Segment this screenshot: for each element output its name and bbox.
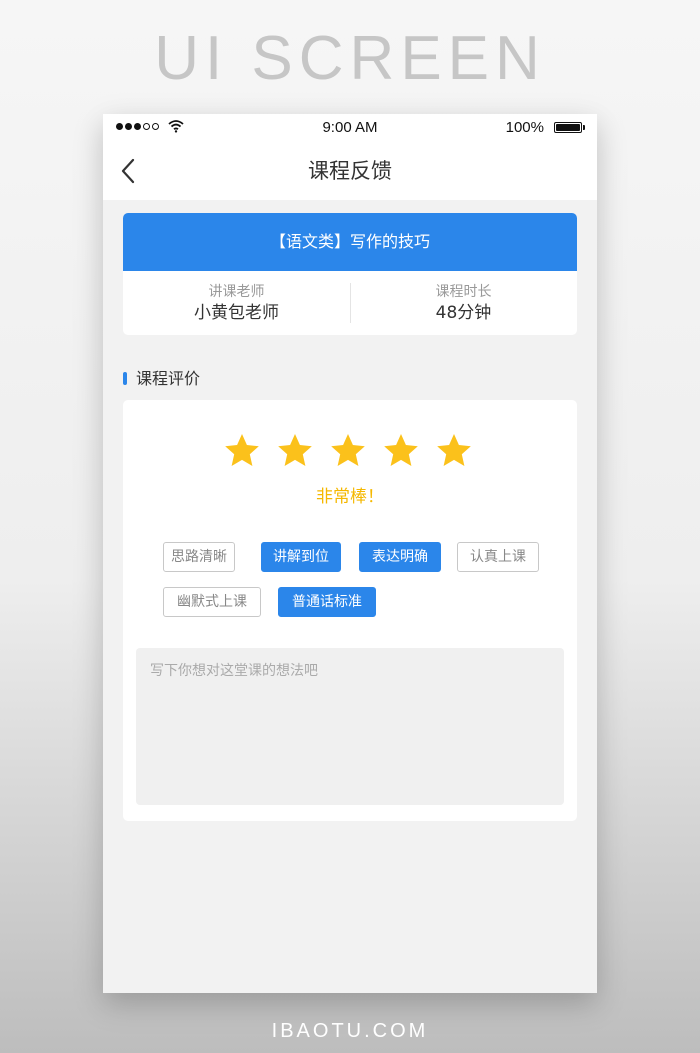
page-title: 课程反馈 bbox=[308, 159, 392, 183]
battery-percent: 100% bbox=[505, 119, 544, 136]
teacher-label: 讲课老师 bbox=[208, 284, 265, 300]
rating-praise: 非常棒！ bbox=[316, 487, 384, 507]
star-icon[interactable] bbox=[276, 432, 314, 470]
duration-label: 课程时长 bbox=[435, 284, 492, 300]
battery-icon bbox=[554, 122, 582, 133]
tag-4[interactable]: 幽默式上课 bbox=[163, 587, 261, 617]
duration-info: 课程时长 48分钟 bbox=[350, 283, 577, 325]
course-title: 【语文类】写作的技巧 bbox=[123, 213, 577, 271]
tag-3[interactable]: 认真上课 bbox=[457, 542, 539, 572]
tag-2[interactable]: 表达明确 bbox=[359, 542, 441, 572]
star-icon[interactable] bbox=[329, 432, 367, 470]
section-accent-bar bbox=[123, 372, 127, 385]
battery-tip bbox=[583, 125, 585, 130]
tag-1[interactable]: 讲解到位 bbox=[261, 542, 341, 572]
tag-5[interactable]: 普通话标准 bbox=[278, 587, 376, 617]
tag-0[interactable]: 思路清晰 bbox=[163, 542, 235, 572]
feedback-textarea[interactable] bbox=[136, 648, 564, 805]
duration-value: 48分钟 bbox=[435, 303, 492, 323]
phone-screen: 9:00 AM 100% 课程反馈 【语文类】写作的技巧 讲课老师 小黄包老师 … bbox=[103, 114, 597, 993]
course-info: 讲课老师 小黄包老师 课程时长 48分钟 bbox=[123, 271, 577, 335]
rating-section-title: 课程评价 bbox=[136, 369, 201, 388]
star-rating bbox=[223, 432, 479, 472]
footer-brand: IBAOTU.COM bbox=[271, 1020, 429, 1042]
star-icon[interactable] bbox=[382, 432, 420, 470]
teacher-info: 讲课老师 小黄包老师 bbox=[123, 283, 350, 325]
star-icon[interactable] bbox=[223, 432, 261, 470]
star-icon[interactable] bbox=[435, 432, 473, 470]
nav-bar: 课程反馈 bbox=[103, 142, 597, 200]
course-card: 【语文类】写作的技巧 讲课老师 小黄包老师 课程时长 48分钟 bbox=[123, 213, 577, 335]
poster-title: UI SCREEN bbox=[154, 24, 546, 93]
status-bar: 9:00 AM 100% bbox=[103, 114, 597, 142]
teacher-name: 小黄包老师 bbox=[194, 303, 279, 323]
rating-card: 非常棒！ 思路清晰 讲解到位 表达明确 认真上课 幽默式上课 普通话标准 bbox=[123, 400, 577, 821]
